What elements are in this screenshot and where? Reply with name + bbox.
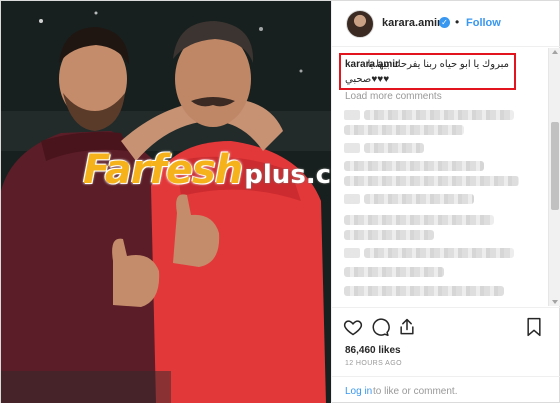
post-header: karara.amir ✓ • Follow — [332, 1, 560, 47]
caption-highlight: karara.amir مبروك يا ابو حياه ربنا يفرحك… — [339, 53, 516, 90]
verified-badge-icon: ✓ — [439, 17, 450, 28]
blurred-avatar — [344, 194, 360, 204]
blurred-avatar — [344, 110, 360, 120]
blurred-comment — [364, 143, 424, 153]
blurred-comment — [364, 194, 474, 204]
blurred-avatar — [344, 248, 360, 258]
post-actions: 86,460 likes 12 HOURS AGO Log in to like… — [332, 307, 560, 403]
post-timestamp: 12 HOURS AGO — [345, 360, 402, 367]
blurred-comment — [344, 161, 484, 171]
blurred-comment — [364, 110, 514, 120]
post-sidebar: karara.amir ✓ • Follow karara.amir مبروك… — [331, 1, 560, 403]
follow-button[interactable]: Follow — [466, 17, 501, 29]
scrollbar-thumb[interactable] — [551, 122, 559, 210]
login-prompt-text: to like or comment. — [373, 386, 458, 397]
heart-icon[interactable] — [343, 317, 363, 337]
blurred-comment — [344, 230, 434, 240]
load-more-comments-button[interactable]: Load more comments — [345, 91, 442, 102]
photo-illustration — [1, 1, 331, 403]
caption-text: مبروك يا ابو حياه ربنا يفرحك بيها يا — [367, 59, 509, 70]
comment-icon[interactable] — [370, 317, 390, 337]
header-username[interactable]: karara.amir — [382, 17, 441, 29]
instagram-post: Farfeshplus.com karara.amir ✓ • Follow k… — [0, 0, 560, 403]
header-separator: • — [455, 15, 460, 29]
login-prompt: Log in to like or comment. — [332, 376, 560, 403]
share-icon[interactable] — [397, 317, 417, 337]
blurred-comment — [344, 176, 519, 186]
blurred-avatar — [344, 143, 360, 153]
blurred-comment — [344, 125, 464, 135]
post-photo: Farfeshplus.com — [1, 1, 331, 403]
bookmark-icon[interactable] — [524, 317, 544, 337]
avatar[interactable] — [346, 10, 374, 38]
scroll-up-arrow-icon[interactable] — [552, 50, 558, 54]
comments-scrollbar[interactable] — [548, 48, 560, 306]
comments-panel[interactable]: karara.amir مبروك يا ابو حياه ربنا يفرحك… — [332, 48, 560, 306]
likes-count[interactable]: 86,460 likes — [345, 345, 401, 356]
scroll-down-arrow-icon[interactable] — [552, 300, 558, 304]
blurred-comment — [344, 267, 444, 277]
blurred-comment — [344, 215, 494, 225]
blurred-comment — [344, 286, 504, 296]
login-link[interactable]: Log in — [345, 386, 372, 397]
caption-text-line2: صحبي♥♥♥ — [345, 74, 390, 85]
blurred-comment — [364, 248, 514, 258]
